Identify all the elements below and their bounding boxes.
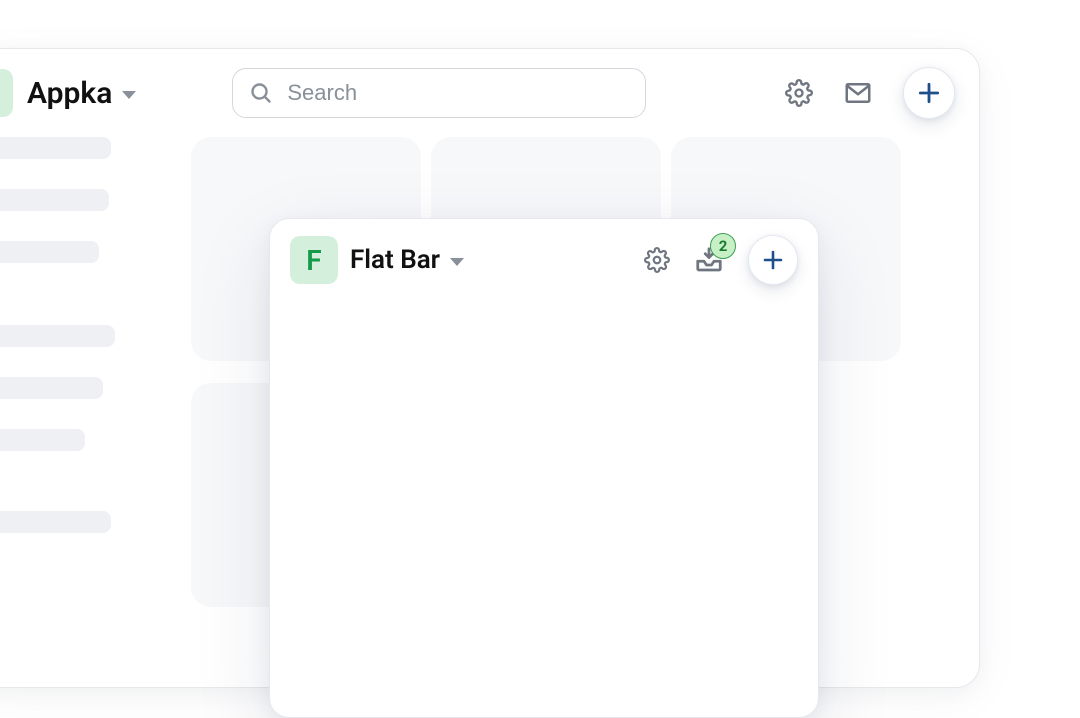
popup-logo[interactable]: F: [290, 236, 338, 284]
popup-window: F Flat Bar 2: [269, 218, 819, 718]
plus-icon: [916, 80, 942, 106]
popup-app-switcher[interactable]: Flat Bar: [350, 245, 464, 275]
mail-button[interactable]: [843, 78, 873, 108]
search-input[interactable]: [287, 80, 629, 106]
header-actions: [785, 67, 955, 119]
popup-actions: 2: [644, 235, 798, 285]
skeleton-bar: [0, 429, 85, 451]
skeleton-bar: [0, 189, 109, 211]
skeleton-bar: [0, 325, 115, 347]
popup-logo-letter: F: [306, 244, 321, 277]
search-icon: [249, 81, 273, 105]
skeleton-bar: [0, 241, 99, 263]
gear-icon: [785, 79, 813, 107]
skeleton-bar: [0, 377, 103, 399]
inbox-badge: 2: [710, 233, 736, 259]
popup-settings-button[interactable]: [644, 247, 670, 273]
search-field[interactable]: [232, 68, 646, 118]
popup-header: F Flat Bar 2: [270, 219, 818, 301]
mail-icon: [843, 78, 873, 108]
plus-icon: [761, 248, 785, 272]
settings-button[interactable]: [785, 79, 813, 107]
chevron-down-icon: [122, 91, 136, 99]
add-button[interactable]: [903, 67, 955, 119]
popup-add-button[interactable]: [748, 235, 798, 285]
app-name: Appka: [27, 76, 112, 111]
gear-icon: [644, 247, 670, 273]
main-header: A Appka: [0, 49, 979, 137]
chevron-down-icon: [450, 258, 464, 266]
skeleton-bar: [0, 511, 111, 533]
popup-inbox-button[interactable]: 2: [694, 245, 724, 275]
sidebar-skeleton: [0, 137, 115, 533]
popup-name: Flat Bar: [350, 245, 440, 275]
app-switcher[interactable]: Appka: [27, 76, 136, 111]
skeleton-bar: [0, 137, 111, 159]
app-logo[interactable]: A: [0, 69, 13, 117]
